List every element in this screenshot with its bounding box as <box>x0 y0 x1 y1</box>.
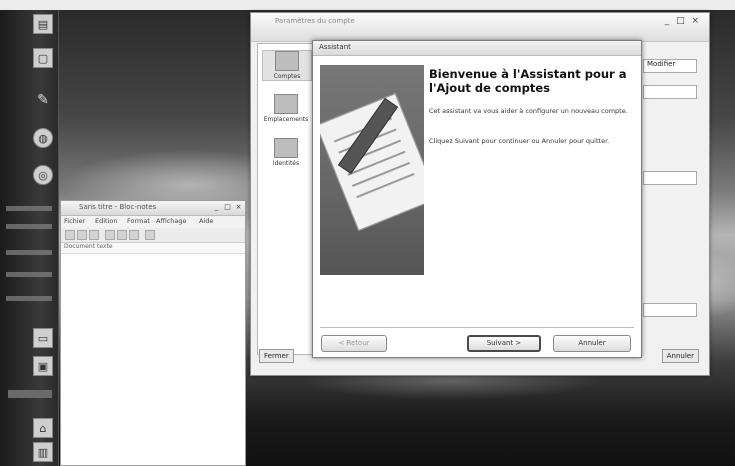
trash-icon[interactable]: ▥ <box>33 442 53 462</box>
menu-format[interactable]: Format <box>127 217 150 225</box>
notepad-menubar: Fichier Edition Format Affichage Aide <box>61 216 245 228</box>
minimize-button[interactable]: _ <box>212 203 221 212</box>
menu-help[interactable]: Aide <box>199 217 213 225</box>
right-field[interactable] <box>643 171 697 185</box>
copy-icon[interactable] <box>117 230 127 240</box>
globe-icon[interactable]: ◍ <box>33 128 53 148</box>
taskbar-entry[interactable] <box>6 296 52 301</box>
accounts-icon <box>275 51 299 71</box>
back-button[interactable]: < Retour <box>321 335 387 352</box>
taskbar-entry[interactable] <box>6 224 52 229</box>
wizard-instruction-text: Cliquez Suivant pour continuer ou Annule… <box>429 137 610 145</box>
document-icon[interactable]: ▤ <box>33 14 53 34</box>
taskbar-entry[interactable] <box>6 206 52 211</box>
locations-icon <box>274 94 298 114</box>
sidebar-item-accounts[interactable]: Comptes <box>262 50 312 81</box>
wizard-title: Assistant <box>319 43 351 51</box>
settings-titlebar[interactable]: Paramètres du compte _ □ × <box>251 13 709 42</box>
left-taskbar: ▤ ▢ ✎ ◍ ◎ ▭ ▣ ⌂ ▥ <box>0 10 59 466</box>
notepad-titlebar[interactable]: Sans titre - Bloc-notes _ □ × <box>61 201 245 216</box>
computer-icon[interactable]: ⌂ <box>33 418 53 438</box>
sidebar-item-label: Comptes <box>273 73 301 80</box>
wizard-heading: Bienvenue à l'Assistant pour a l'Ajout d… <box>429 67 627 95</box>
top-strip <box>0 0 735 10</box>
sidebar-item-label: Emplacements <box>263 116 309 123</box>
settings-sidebar: Comptes Emplacements Identités <box>257 43 315 355</box>
wizard-illustration <box>320 65 424 275</box>
notepad-title: Sans titre - Bloc-notes <box>79 203 157 211</box>
modify-button[interactable]: Modifier <box>643 59 697 73</box>
sidebar-item-identities[interactable]: Identités <box>262 138 310 167</box>
right-field[interactable] <box>643 85 697 99</box>
paper-icon <box>320 93 424 231</box>
cut-icon[interactable] <box>105 230 115 240</box>
notepad-path: Document texte <box>61 243 245 254</box>
identities-icon <box>274 138 298 158</box>
new-icon[interactable] <box>65 230 75 240</box>
account-wizard-dialog: Assistant Bienvenue à l'Assistant pour a… <box>312 40 642 358</box>
paste-icon[interactable] <box>129 230 139 240</box>
notepad-toolbar <box>61 228 245 243</box>
wizard-separator <box>320 327 634 328</box>
cancel-button[interactable]: Annuler <box>553 335 631 352</box>
taskbar-entry[interactable] <box>8 390 52 398</box>
menu-view[interactable]: Affichage <box>156 217 187 225</box>
next-button[interactable]: Suivant > <box>467 335 541 352</box>
settings-title: Paramètres du compte <box>275 17 355 25</box>
maximize-button[interactable]: □ <box>223 203 232 212</box>
window-icon[interactable]: ▢ <box>33 48 53 68</box>
wizard-intro-text: Cet assistant va vous aider à configurer… <box>429 107 628 115</box>
notepad-window: Sans titre - Bloc-notes _ □ × Fichier Ed… <box>60 200 246 466</box>
disc-icon[interactable]: ◎ <box>33 165 53 185</box>
open-icon[interactable] <box>77 230 87 240</box>
wizard-titlebar[interactable]: Assistant <box>313 41 641 56</box>
taskbar-entry[interactable] <box>6 272 52 277</box>
close-settings-button[interactable]: Fermer <box>259 349 294 363</box>
sidebar-item-locations[interactable]: Emplacements <box>262 94 310 123</box>
taskbar-entry[interactable] <box>6 250 52 255</box>
tools-icon[interactable]: ✎ <box>33 90 53 110</box>
cancel-settings-button[interactable]: Annuler <box>661 349 699 363</box>
sidebar-item-label: Identités <box>272 160 300 167</box>
menu-file[interactable]: Fichier <box>64 217 85 225</box>
folder-icon[interactable]: ▭ <box>33 328 53 348</box>
window-controls[interactable]: _ □ × <box>665 16 701 26</box>
menu-edit[interactable]: Edition <box>95 217 118 225</box>
close-button[interactable]: × <box>234 203 243 212</box>
right-field[interactable] <box>643 303 697 317</box>
monitor-icon[interactable]: ▣ <box>33 356 53 376</box>
undo-icon[interactable] <box>145 230 155 240</box>
save-icon[interactable] <box>89 230 99 240</box>
